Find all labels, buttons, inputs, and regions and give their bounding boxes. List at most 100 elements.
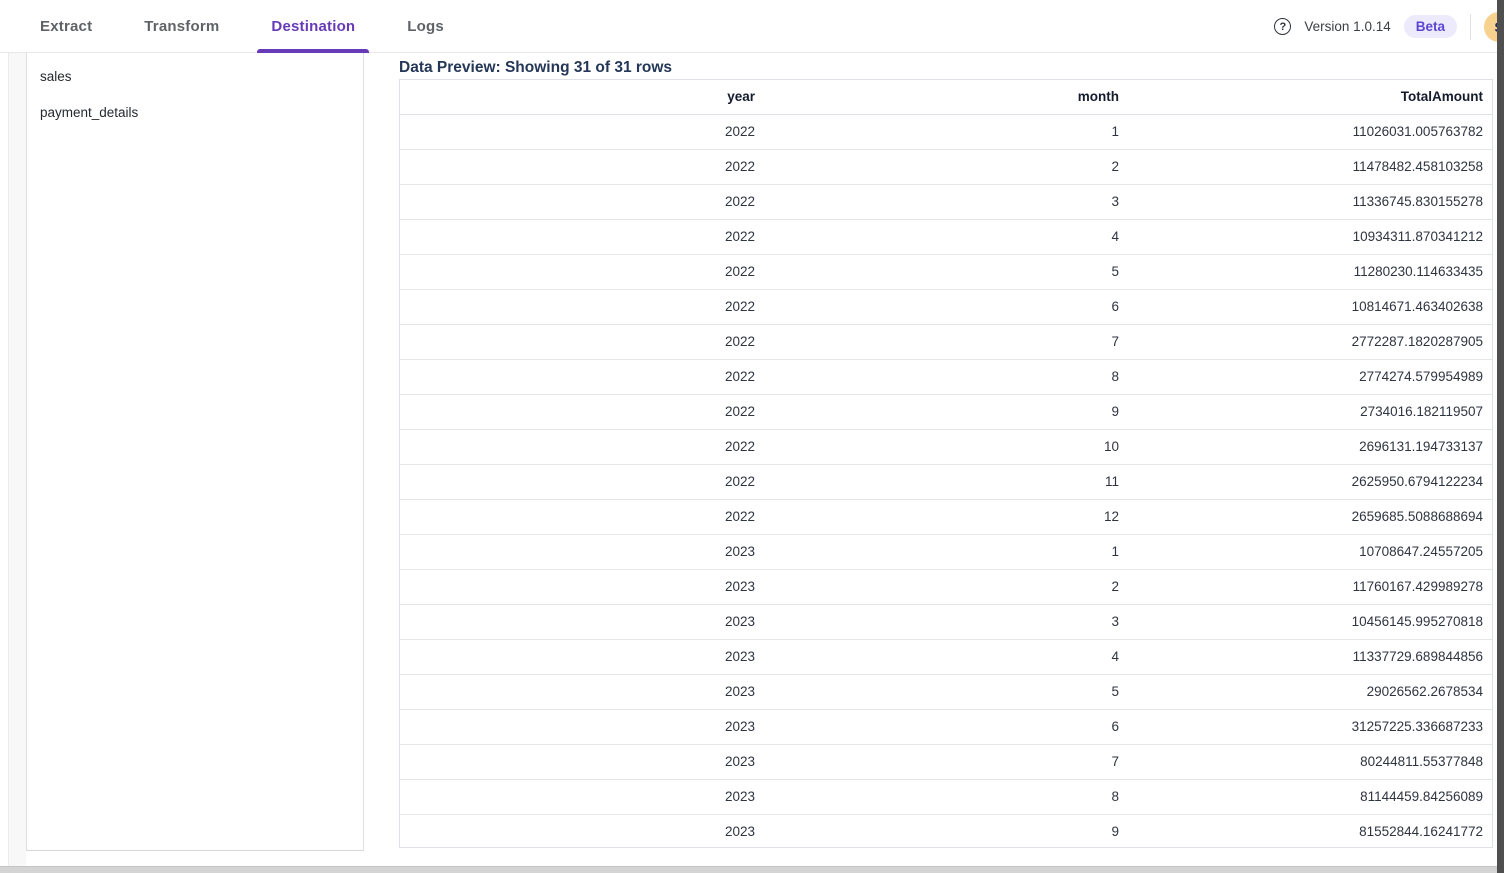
table-cell: 6	[764, 289, 1128, 324]
table-row: 2023981552844.16241772	[400, 814, 1492, 848]
table-cell: 11	[764, 464, 1128, 499]
table-row: 2022511280230.114633435	[400, 254, 1492, 289]
table-cell: 12	[764, 499, 1128, 534]
table-cell: 2022	[400, 289, 764, 324]
table-cell: 3	[764, 184, 1128, 219]
tab-transform[interactable]: Transform	[118, 0, 245, 53]
table-cell: 7	[764, 324, 1128, 359]
table-cell: 31257225.336687233	[1128, 709, 1492, 744]
table-cell: 2022	[400, 499, 764, 534]
tab-extract-label: Extract	[40, 18, 92, 35]
table-cell: 2772287.1820287905	[1128, 324, 1492, 359]
table-cell: 4	[764, 639, 1128, 674]
table-row: 2022211478482.458103258	[400, 149, 1492, 184]
column-header-year: year	[400, 80, 764, 114]
table-cell: 2023	[400, 744, 764, 779]
sidebar-item-payment-details[interactable]: payment_details	[27, 95, 363, 131]
table-row: 2023310456145.995270818	[400, 604, 1492, 639]
active-tab-underline	[257, 49, 369, 53]
table-cell: 2022	[400, 429, 764, 464]
table-row: 2023780244811.55377848	[400, 744, 1492, 779]
table-body: 2022111026031.0057637822022211478482.458…	[400, 114, 1492, 848]
main-content: Data Preview: Showing 31 of 31 rows year…	[399, 53, 1493, 848]
table-row: 2023110708647.24557205	[400, 534, 1492, 569]
header-right-group: ? Version 1.0.14 Beta S	[1274, 0, 1504, 53]
help-icon[interactable]: ?	[1274, 18, 1291, 35]
table-row: 202292734016.182119507	[400, 394, 1492, 429]
table-cell: 10708647.24557205	[1128, 534, 1492, 569]
table-row: 202272772287.1820287905	[400, 324, 1492, 359]
table-cell: 2023	[400, 534, 764, 569]
table-cell: 2022	[400, 254, 764, 289]
table-cell: 9	[764, 394, 1128, 429]
table-row: 2022610814671.463402638	[400, 289, 1492, 324]
table-cell: 2022	[400, 219, 764, 254]
table-row: 2022122659685.5088688694	[400, 499, 1492, 534]
table-cell: 10934311.870341212	[1128, 219, 1492, 254]
sidebar-item-sales[interactable]: sales	[27, 59, 363, 95]
data-preview-title: Data Preview: Showing 31 of 31 rows	[399, 56, 1493, 79]
tab-transform-label: Transform	[144, 18, 219, 35]
table-cell: 2023	[400, 639, 764, 674]
sidebar-table-list: sales payment_details	[26, 53, 364, 851]
table-row: 2022311336745.830155278	[400, 184, 1492, 219]
table-cell: 10456145.995270818	[1128, 604, 1492, 639]
table-cell: 9	[764, 814, 1128, 848]
table-cell: 2022	[400, 464, 764, 499]
table-cell: 2022	[400, 394, 764, 429]
tab-extract[interactable]: Extract	[14, 0, 118, 53]
table-row: 2023881144459.84256089	[400, 779, 1492, 814]
table-row: 2022410934311.870341212	[400, 219, 1492, 254]
table-cell: 8	[764, 359, 1128, 394]
table-cell: 3	[764, 604, 1128, 639]
column-header-month: month	[764, 80, 1128, 114]
table-cell: 2659685.5088688694	[1128, 499, 1492, 534]
column-header-totalamount: TotalAmount	[1128, 80, 1492, 114]
header-divider	[1470, 14, 1471, 40]
table-cell: 7	[764, 744, 1128, 779]
table-cell: 2022	[400, 359, 764, 394]
table-cell: 2	[764, 149, 1128, 184]
table-cell: 11026031.005763782	[1128, 114, 1492, 149]
table-cell: 80244811.55377848	[1128, 744, 1492, 779]
table-cell: 2023	[400, 709, 764, 744]
table-cell: 2625950.6794122234	[1128, 464, 1492, 499]
table-cell: 1	[764, 114, 1128, 149]
table-row: 202282774274.579954989	[400, 359, 1492, 394]
horizontal-scrollbar[interactable]	[0, 866, 1504, 873]
table-row: 2023631257225.336687233	[400, 709, 1492, 744]
data-preview-table: year month TotalAmount 2022111026031.005…	[399, 79, 1493, 848]
table-row: 2023411337729.689844856	[400, 639, 1492, 674]
top-navigation-bar: Extract Transform Destination Logs ? Ver…	[0, 0, 1504, 53]
vertical-scrollbar[interactable]	[1497, 0, 1504, 873]
table-cell: 2022	[400, 184, 764, 219]
table-cell: 11336745.830155278	[1128, 184, 1492, 219]
table-cell: 10814671.463402638	[1128, 289, 1492, 324]
tab-destination[interactable]: Destination	[245, 0, 381, 53]
table-cell: 5	[764, 254, 1128, 289]
tab-destination-label: Destination	[271, 18, 355, 35]
tab-logs[interactable]: Logs	[381, 0, 470, 53]
table-header-row: year month TotalAmount	[400, 80, 1492, 114]
table-row: 2023211760167.429989278	[400, 569, 1492, 604]
table-cell: 1	[764, 534, 1128, 569]
table-row: 2022102696131.194733137	[400, 429, 1492, 464]
table-cell: 11337729.689844856	[1128, 639, 1492, 674]
table-cell: 81144459.84256089	[1128, 779, 1492, 814]
table-cell: 81552844.16241772	[1128, 814, 1492, 848]
table-cell: 4	[764, 219, 1128, 254]
table-cell: 5	[764, 674, 1128, 709]
table-cell: 2023	[400, 569, 764, 604]
table-cell: 2022	[400, 149, 764, 184]
table-cell: 6	[764, 709, 1128, 744]
table-cell: 2734016.182119507	[1128, 394, 1492, 429]
version-label: Version 1.0.14	[1304, 19, 1390, 34]
table-cell: 11280230.114633435	[1128, 254, 1492, 289]
table-row: 2022112625950.6794122234	[400, 464, 1492, 499]
table-cell: 2696131.194733137	[1128, 429, 1492, 464]
table-row: 2023529026562.2678534	[400, 674, 1492, 709]
beta-badge: Beta	[1404, 15, 1457, 38]
table-cell: 2023	[400, 814, 764, 848]
table-cell: 10	[764, 429, 1128, 464]
left-gutter	[8, 53, 26, 866]
